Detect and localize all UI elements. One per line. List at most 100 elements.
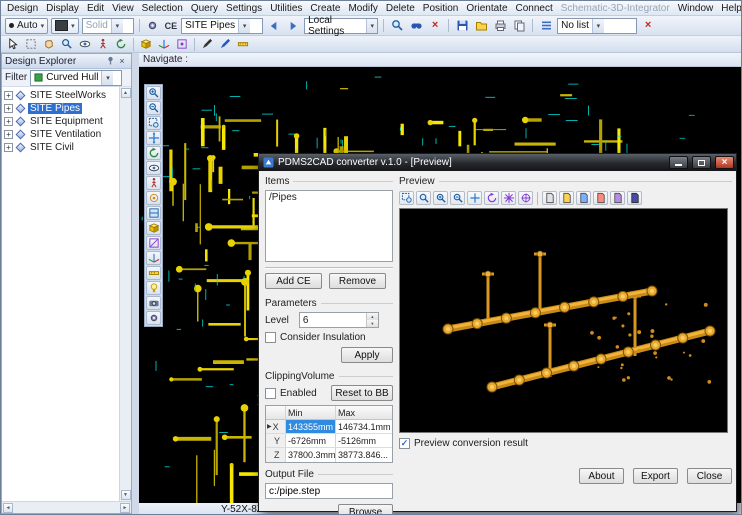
close-panel-icon[interactable]: ×	[116, 56, 128, 66]
navigate-forward-icon[interactable]	[285, 18, 301, 33]
zoom-out-icon[interactable]	[450, 191, 465, 205]
crosshair-icon[interactable]	[518, 191, 533, 205]
clipping-volume-table[interactable]: Min Max ▶ X 143355mm 146734.1mm Y -6726m…	[265, 405, 393, 463]
expand-icon[interactable]: +	[4, 130, 13, 139]
select-cursor-icon[interactable]	[5, 37, 21, 52]
clipping-enabled-checkbox[interactable]	[265, 388, 276, 399]
menu-settings[interactable]: Settings	[222, 3, 266, 14]
tree-item-civil[interactable]: + SITE Civil	[4, 141, 119, 154]
zoom-extents-icon[interactable]	[416, 191, 431, 205]
menu-connect[interactable]: Connect	[512, 3, 557, 14]
rotate-icon[interactable]	[146, 146, 161, 160]
settings-profile-combo[interactable]: Local Settings ▾	[304, 18, 378, 34]
preview-viewport[interactable]	[399, 208, 728, 433]
remove-button[interactable]: Remove	[329, 273, 386, 289]
menu-delete[interactable]: Delete	[382, 3, 419, 14]
find-icon[interactable]	[389, 18, 405, 33]
print-icon[interactable]	[492, 18, 508, 33]
representation-combo[interactable]: Solid ▾	[82, 18, 134, 34]
measure-icon[interactable]	[235, 37, 251, 52]
look-icon[interactable]	[146, 161, 161, 175]
pen-blue-icon[interactable]	[217, 37, 233, 52]
menu-window[interactable]: Window	[674, 3, 718, 14]
explorer-horizontal-scrollbar[interactable]: ◄ ►	[2, 501, 131, 513]
walk-icon[interactable]	[146, 176, 161, 190]
search-icon[interactable]	[408, 18, 424, 33]
current-element-combo[interactable]: SITE Pipes ▾	[181, 18, 263, 34]
tree-item-steelworks[interactable]: + SITE SteelWorks	[4, 89, 119, 102]
menu-selection[interactable]: Selection	[138, 3, 187, 14]
scroll-down-icon[interactable]: ▼	[121, 490, 131, 500]
tree-item-equipment[interactable]: + SITE Equipment	[4, 115, 119, 128]
export-button[interactable]: Export	[633, 468, 678, 484]
navigate-back-icon[interactable]	[266, 18, 282, 33]
doc-navy-icon[interactable]	[627, 191, 642, 205]
centre-icon[interactable]	[146, 191, 161, 205]
about-button[interactable]: About	[579, 468, 624, 484]
zoom-window-icon[interactable]	[146, 116, 161, 130]
remove-list-icon[interactable]: ×	[640, 18, 656, 33]
z-max-cell[interactable]: 38773.846...	[336, 448, 392, 462]
axes-small-icon[interactable]	[146, 251, 161, 265]
close-button[interactable]: ×	[715, 156, 734, 169]
level-spinner[interactable]: 6 ▲ ▼	[299, 312, 379, 328]
lamp-icon[interactable]	[146, 281, 161, 295]
minimize-button[interactable]	[669, 156, 688, 169]
x-max-cell[interactable]: 146734.1mm	[336, 420, 392, 433]
camera-icon[interactable]	[146, 296, 161, 310]
axis-star-icon[interactable]	[501, 191, 516, 205]
tree-item-ventilation[interactable]: + SITE Ventilation	[4, 128, 119, 141]
close-dialog-button[interactable]: Close	[687, 468, 732, 484]
open-icon[interactable]	[473, 18, 489, 33]
eye-icon[interactable]	[77, 37, 93, 52]
explorer-vertical-scrollbar[interactable]: ▲ ▼	[119, 87, 131, 501]
menu-modify[interactable]: Modify	[344, 3, 381, 14]
expand-icon[interactable]: +	[4, 91, 13, 100]
walk-through-icon[interactable]	[95, 37, 111, 52]
z-min-cell[interactable]: 37800.3mm	[286, 448, 336, 462]
doc-gray-icon[interactable]	[542, 191, 557, 205]
scroll-right-icon[interactable]: ►	[120, 503, 130, 513]
preview-conversion-checkbox[interactable]: ✓	[399, 438, 410, 449]
menu-create[interactable]: Create	[306, 3, 344, 14]
maximize-button[interactable]	[692, 156, 711, 169]
auto-toggle-button[interactable]: Auto ▾	[5, 18, 48, 34]
expand-icon[interactable]: +	[4, 104, 13, 113]
pin-icon[interactable]	[104, 56, 116, 67]
scroll-left-icon[interactable]: ◄	[3, 503, 13, 513]
gear-icon[interactable]	[145, 18, 161, 33]
limits-icon[interactable]	[174, 37, 190, 52]
menu-view[interactable]: View	[108, 3, 138, 14]
y-max-cell[interactable]: -5126mm	[336, 434, 392, 447]
pen-icon[interactable]	[199, 37, 215, 52]
menu-display[interactable]: Display	[42, 3, 83, 14]
items-list[interactable]: /Pipes	[265, 190, 393, 262]
zoom-in-icon[interactable]	[146, 86, 161, 100]
menu-query[interactable]: Query	[187, 3, 222, 14]
area-select-icon[interactable]	[23, 37, 39, 52]
tree-item-pipes[interactable]: + SITE Pipes	[4, 102, 119, 115]
iso-view-icon[interactable]	[138, 37, 154, 52]
menu-design[interactable]: Design	[3, 3, 42, 14]
dialog-title-bar[interactable]: PDMS2CAD converter v.1.0 - [Preview] ×	[259, 154, 736, 171]
spin-down-icon[interactable]: ▼	[367, 320, 378, 327]
pan-icon[interactable]	[146, 131, 161, 145]
apply-button[interactable]: Apply	[341, 347, 393, 363]
expand-icon[interactable]: +	[4, 117, 13, 126]
zoom-out-icon[interactable]	[146, 101, 161, 115]
doc-purple-icon[interactable]	[610, 191, 625, 205]
doc-blue-icon[interactable]	[576, 191, 591, 205]
list-item[interactable]: /Pipes	[266, 191, 392, 204]
view-iso-icon[interactable]	[146, 221, 161, 235]
clear-search-icon[interactable]: ×	[427, 18, 443, 33]
colour-swatch-dropdown[interactable]: ▾	[51, 18, 79, 34]
consider-insulation-checkbox[interactable]	[265, 332, 276, 343]
table-row-z[interactable]: Z 37800.3mm 38773.846...	[266, 448, 392, 462]
doc-yellow-icon[interactable]	[559, 191, 574, 205]
zoom-in-icon[interactable]	[433, 191, 448, 205]
pan-hand-icon[interactable]	[41, 37, 57, 52]
scroll-up-icon[interactable]: ▲	[121, 88, 131, 98]
axes-icon[interactable]	[156, 37, 172, 52]
view-plan-icon[interactable]	[146, 206, 161, 220]
reset-to-bb-button[interactable]: Reset to BB	[331, 385, 393, 401]
